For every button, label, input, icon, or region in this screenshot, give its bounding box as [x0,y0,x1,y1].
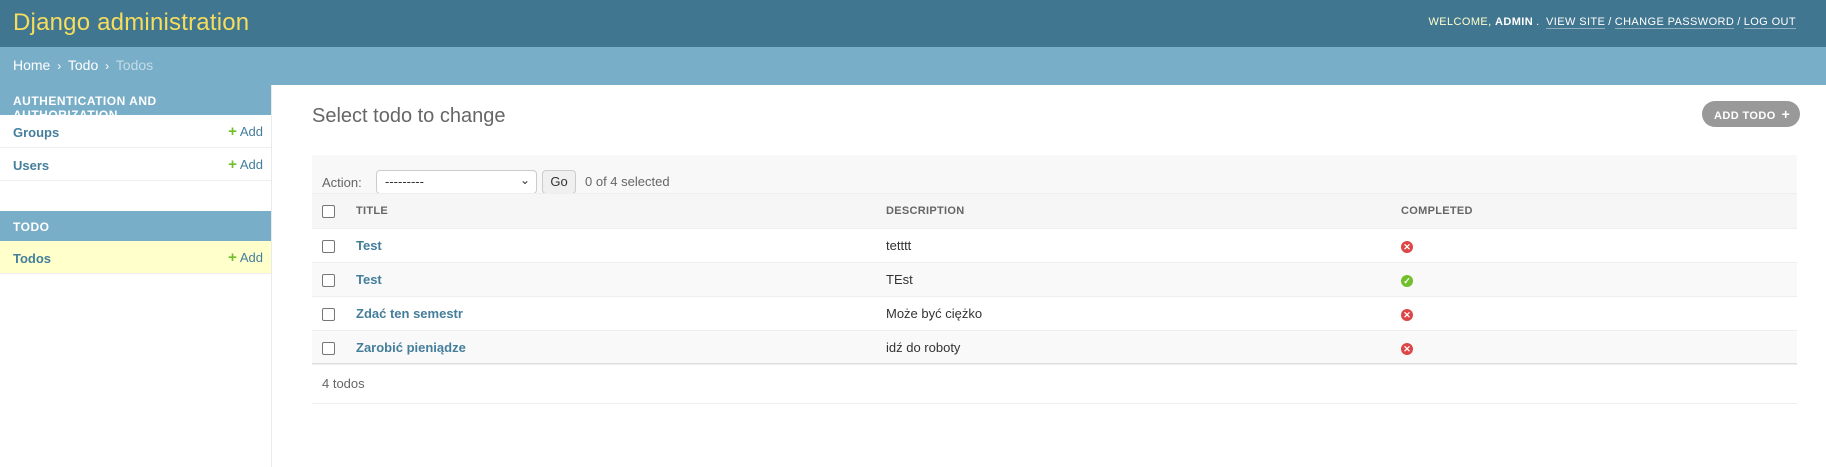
title-cell: Zarobić pieniądze [348,330,878,365]
title-cell: Test [348,228,878,263]
view-site-link[interactable]: View site [1546,16,1606,29]
row-checkbox[interactable] [322,308,335,322]
go-button[interactable]: Go [542,170,576,194]
plus-icon: + [228,123,237,140]
action-select-value: --------- [385,174,424,189]
description-cell: idź do roboty [878,330,1393,365]
todo-title-link[interactable]: Test [356,272,382,287]
user-tools: Welcome, admin. View site / Change passwor… [1428,16,1796,29]
breadcrumb-home-link[interactable]: Home [13,57,50,73]
add-label: Add [239,157,263,172]
column-header-completed[interactable]: Completed [1393,193,1797,229]
sidebar-item-users: Users + Add [0,148,271,181]
header: Django administration Welcome, admin. Vi… [0,0,1826,47]
add-label: Add [239,124,263,139]
sidebar-link-todos[interactable]: Todos [13,251,51,266]
description-cell: TEst [878,262,1393,297]
action-label: Action: [322,175,362,190]
table-row: Test TEst ✓ [312,262,1797,297]
nav-sidebar: Authentication and Authorization Groups … [0,85,272,467]
breadcrumb: Home › Todo › Todos [0,47,1826,85]
change-password-link[interactable]: Change password [1614,16,1735,29]
breadcrumb-separator: › [105,59,110,73]
select-all-cell [312,193,348,229]
module-gap [0,181,271,211]
add-groups-link[interactable]: + Add [228,124,263,139]
status-no-icon: ✕ [1401,308,1413,321]
module-caption-auth[interactable]: Authentication and Authorization [0,85,271,122]
sidebar-link-groups[interactable]: Groups [13,125,59,140]
todo-title-link[interactable]: Test [356,238,382,253]
title-cell: Zdać ten semestr [348,296,878,331]
row-checkbox[interactable] [322,274,335,288]
paginator: 4 todos [312,363,1797,404]
breadcrumb-separator: › [57,59,62,73]
status-no-icon: ✕ [1401,240,1413,253]
plus-icon: + [1781,106,1791,122]
user-tools-separator: / [1737,16,1741,28]
column-header-description[interactable]: Description [878,193,1393,229]
completed-cell: ✕ [1393,228,1797,263]
site-branding[interactable]: Django administration [13,9,249,37]
completed-cell: ✕ [1393,330,1797,365]
completed-cell: ✕ [1393,296,1797,331]
chevron-down-icon: ⌄ [519,173,530,187]
row-select-cell [312,296,348,331]
breadcrumb-current: Todos [115,57,154,73]
table-header-row: Title Description Completed [312,193,1797,229]
add-label: Add [239,250,263,265]
add-todos-link[interactable]: + Add [228,250,263,265]
module-caption-todo[interactable]: Todo [0,211,271,241]
column-header-title[interactable]: Title [348,193,878,229]
result-list: Title Description Completed Test tetttt … [312,193,1797,365]
status-no-icon: ✕ [1401,342,1413,355]
row-checkbox[interactable] [322,342,335,356]
description-cell: tetttt [878,228,1393,263]
result-table: Title Description Completed Test tetttt … [312,193,1797,365]
row-select-cell [312,228,348,263]
selected-count: 0 of 4 selected [585,174,670,189]
log-out-link[interactable]: Log out [1743,16,1796,29]
sidebar-item-groups: Groups + Add [0,115,271,148]
row-select-cell [312,262,348,297]
sidebar-item-todos: Todos + Add [0,241,271,274]
plus-icon: + [228,156,237,173]
action-select[interactable]: --------- ⌄ [376,170,537,194]
add-todo-label: Add todo [1714,110,1776,122]
completed-cell: ✓ [1393,262,1797,297]
todo-title-link[interactable]: Zarobić pieniądze [356,340,466,355]
user-tools-separator: / [1608,16,1612,28]
user-name: admin [1495,16,1534,28]
row-checkbox[interactable] [322,240,335,254]
page-title: Select todo to change [312,105,506,127]
add-users-link[interactable]: + Add [228,157,263,172]
table-row: Test tetttt ✕ [312,228,1797,263]
breadcrumb-app-link[interactable]: Todo [68,57,98,73]
status-yes-icon: ✓ [1401,274,1413,287]
todo-title-link[interactable]: Zdać ten semestr [356,306,463,321]
sidebar-link-users[interactable]: Users [13,158,49,173]
add-todo-button[interactable]: Add todo + [1702,101,1801,127]
description-cell: Może być ciężko [878,296,1393,331]
row-select-cell [312,330,348,365]
table-row: Zarobić pieniądze idź do roboty ✕ [312,330,1797,365]
table-row: Zdać ten semestr Może być ciężko ✕ [312,296,1797,331]
plus-icon: + [228,249,237,266]
user-tools-period: . [1536,16,1540,28]
select-all-checkbox[interactable] [322,204,335,218]
title-cell: Test [348,262,878,297]
welcome-text: Welcome, [1428,16,1492,28]
